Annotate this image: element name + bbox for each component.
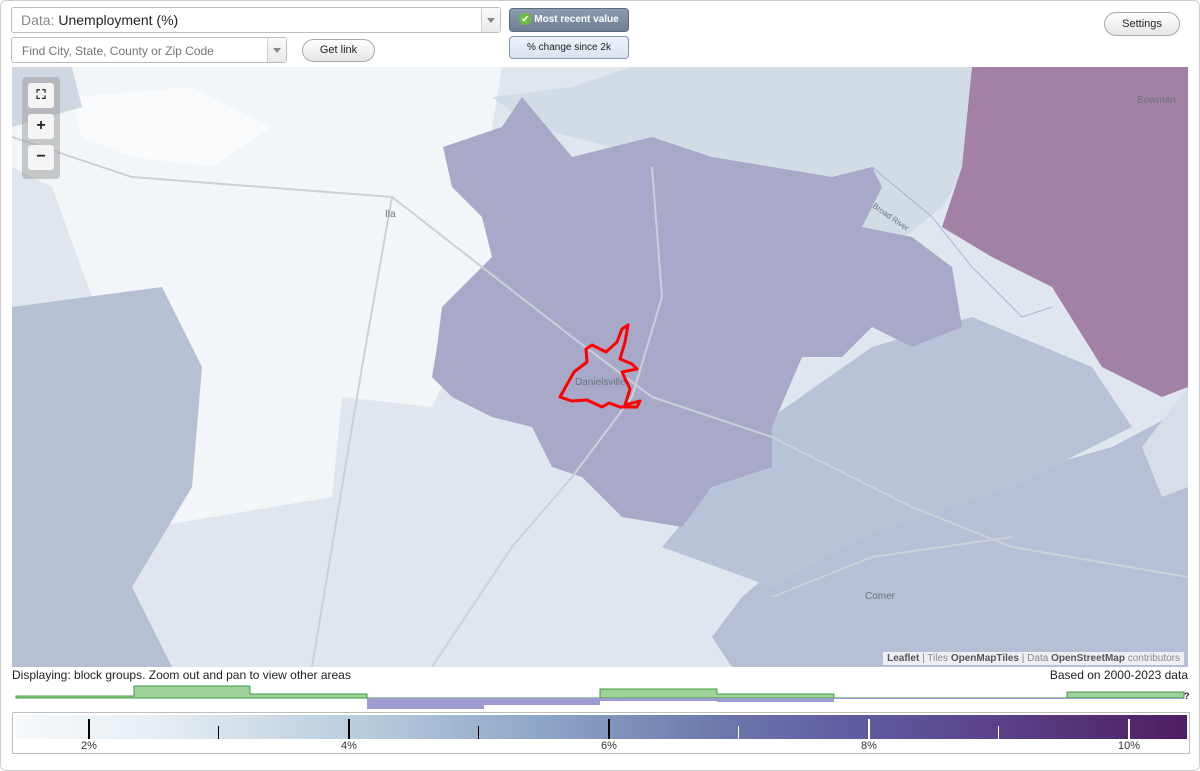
legend-tick — [868, 719, 870, 739]
legend-tick — [218, 726, 219, 739]
choropleth-map[interactable]: Bowman Ila Danielsville Comer Broad Rive… — [12, 67, 1188, 667]
dropdown-arrow-icon[interactable] — [481, 8, 500, 32]
color-legend: 2% 4% 6% 8% 10% — [12, 712, 1190, 754]
distribution-histogram: ? — [15, 685, 1190, 709]
get-link-button[interactable]: Get link — [302, 39, 375, 62]
place-label: Danielsville — [575, 377, 626, 388]
most-recent-value-toggle[interactable]: ✔ Most recent value — [509, 8, 629, 32]
legend-label: 8% — [861, 740, 877, 752]
legend-tick — [998, 726, 999, 739]
attribution-osm-link[interactable]: OpenStreetMap — [1051, 653, 1125, 664]
legend-label: 6% — [601, 740, 617, 752]
legend-label: 4% — [341, 740, 357, 752]
histogram-recent — [15, 685, 1185, 699]
attribution-sep: | Data — [1019, 653, 1052, 664]
place-label: Comer — [865, 591, 896, 602]
zoom-out-icon[interactable]: − — [28, 145, 54, 170]
legend-label: 2% — [81, 740, 97, 752]
fullscreen-icon[interactable]: ⛶ — [28, 83, 54, 108]
histogram-baseline — [16, 698, 1184, 709]
most-recent-value-label: Most recent value — [534, 14, 619, 25]
search-dropdown-arrow-icon[interactable] — [267, 38, 286, 62]
attribution-tiles-link[interactable]: OpenMapTiles — [951, 653, 1019, 664]
attribution-sep: | Tiles — [919, 653, 951, 664]
legend-tick — [348, 719, 350, 739]
place-label: Bowman — [1137, 95, 1176, 106]
data-selector[interactable]: Data: Unemployment (%) — [11, 7, 501, 33]
attribution-leaflet-link[interactable]: Leaflet — [887, 653, 919, 664]
data-selector-value: Unemployment (%) — [58, 12, 179, 28]
legend-tick — [738, 726, 739, 739]
attribution-suffix: contributors — [1124, 653, 1180, 664]
legend-tick — [608, 719, 610, 739]
map-view[interactable]: Bowman Ila Danielsville Comer Broad Rive… — [12, 67, 1188, 667]
zoom-in-icon[interactable]: + — [28, 114, 54, 139]
zoom-control: ⛶ + − — [22, 77, 60, 179]
legend-tick — [478, 726, 479, 739]
settings-button[interactable]: Settings — [1104, 12, 1180, 36]
based-on-caption: Based on 2000-2023 data — [1049, 668, 1188, 682]
location-search-input[interactable] — [20, 42, 264, 60]
color-ramp — [15, 715, 1187, 739]
legend-label: 10% — [1117, 740, 1141, 752]
checkmark-icon: ✔ — [519, 13, 532, 26]
percent-change-toggle[interactable]: % change since 2k — [509, 36, 629, 59]
legend-tick — [88, 719, 90, 739]
help-mark[interactable]: ? — [1184, 691, 1190, 701]
displaying-caption: Displaying: block groups. Zoom out and p… — [12, 668, 351, 682]
location-search[interactable] — [11, 37, 287, 63]
data-selector-prefix: Data: — [21, 12, 55, 28]
place-label: Ila — [385, 209, 396, 220]
map-attribution: Leaflet | Tiles OpenMapTiles | Data Open… — [883, 652, 1184, 665]
legend-tick — [1128, 719, 1130, 739]
